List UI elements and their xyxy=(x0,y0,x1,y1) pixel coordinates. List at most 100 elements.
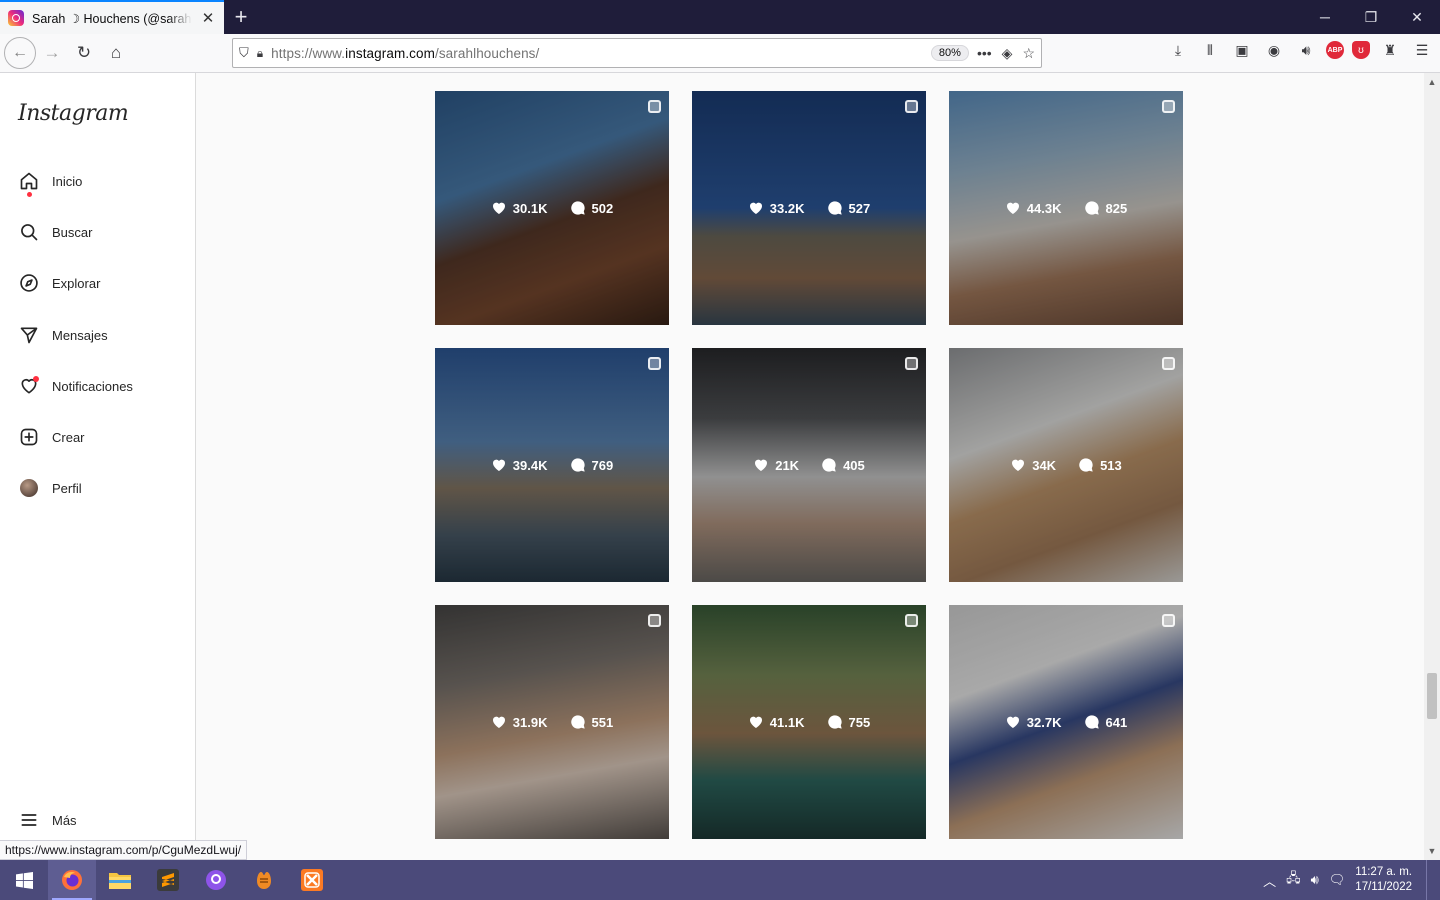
carousel-icon xyxy=(905,100,918,113)
start-button[interactable] xyxy=(0,860,48,900)
taskbar-firefox[interactable] xyxy=(48,860,96,900)
sidebar-item-label: Notificaciones xyxy=(52,378,133,394)
post-thumbnail[interactable]: 32.7K 641 xyxy=(949,605,1183,839)
lock-icon[interactable]: 🔒︎ xyxy=(257,46,263,61)
reload-button[interactable]: ↻ xyxy=(68,37,100,69)
url-text[interactable]: https://www.instagram.com/sarahlhouchens… xyxy=(271,46,923,61)
browser-tab[interactable]: Sarah ☽ Houchens (@sarahlhouchens) ✕ xyxy=(0,0,224,34)
bookmark-star-icon[interactable]: ☆ xyxy=(1022,45,1035,62)
taskbar-xampp[interactable] xyxy=(288,860,336,900)
menu-icon[interactable]: ☰ xyxy=(1410,38,1434,62)
sidebar-item-crear[interactable]: Crear xyxy=(18,425,85,449)
sidebar-item-mas[interactable]: Más xyxy=(18,808,77,832)
post-thumbnail[interactable]: 39.4K 769 xyxy=(435,348,669,582)
taskbar-app-glove[interactable] xyxy=(240,860,288,900)
sidebar-item-perfil[interactable]: Perfil xyxy=(18,476,82,500)
carousel-icon xyxy=(905,357,918,370)
post-thumbnail[interactable]: 21K 405 xyxy=(692,348,926,582)
comments-stat: 527 xyxy=(827,200,870,216)
heart-icon xyxy=(1006,716,1019,728)
firefox-icon xyxy=(62,870,82,890)
navigation-bar: ← → ↻ ⌂ ⛉ 🔒︎ https://www.instagram.com/s… xyxy=(0,34,1440,73)
sidebar-item-label: Más xyxy=(52,812,77,828)
post-stats: 34K 513 xyxy=(949,457,1183,473)
sidebar-toggle-icon[interactable]: ▣ xyxy=(1230,38,1254,62)
carousel-icon xyxy=(1162,100,1175,113)
comments-count: 502 xyxy=(591,200,614,216)
speaker-icon[interactable]: 🔊︎ xyxy=(1294,38,1318,62)
action-center-icon[interactable]: 🗨︎ xyxy=(1329,872,1346,888)
likes-stat: 33.2K xyxy=(748,200,805,216)
taskbar-file-explorer[interactable] xyxy=(96,860,144,900)
comments-stat: 502 xyxy=(570,200,614,216)
page-scrollbar[interactable]: ▲ ▼ xyxy=(1424,73,1440,860)
pocket-icon[interactable]: ◈ xyxy=(1002,45,1013,62)
close-window-icon[interactable]: ✕ xyxy=(1394,0,1440,34)
plus-square-icon xyxy=(18,426,40,448)
carousel-icon xyxy=(648,614,661,627)
zoom-level[interactable]: 80% xyxy=(930,45,969,61)
account-icon[interactable]: ◉ xyxy=(1262,38,1286,62)
sidebar-item-mensajes[interactable]: Mensajes xyxy=(18,323,108,347)
minimize-icon[interactable]: ─ xyxy=(1302,0,1348,34)
post-thumbnail[interactable]: 31.9K 551 xyxy=(435,605,669,839)
comments-count: 825 xyxy=(1105,200,1128,216)
windows-logo-icon xyxy=(15,871,33,889)
tray-chevron-icon[interactable]: ︿ xyxy=(1263,871,1276,890)
sidebar-item-buscar[interactable]: Buscar xyxy=(18,220,92,244)
library-icon[interactable]: ⫴ xyxy=(1198,38,1222,62)
forward-button[interactable]: → xyxy=(36,37,68,69)
adblock-icon[interactable]: ABP xyxy=(1326,41,1344,59)
likes-stat: 44.3K xyxy=(1005,200,1062,216)
likes-stat: 31.9K xyxy=(491,714,548,730)
network-icon[interactable]: 🖧︎ xyxy=(1286,869,1301,891)
back-button[interactable]: ← xyxy=(4,37,36,69)
shield-icon[interactable]: ⛉ xyxy=(239,45,249,61)
scrollbar-thumb[interactable] xyxy=(1427,673,1437,719)
comment-icon xyxy=(1079,458,1093,472)
download-icon[interactable]: ⤓ xyxy=(1166,38,1190,62)
ublock-icon[interactable]: ʊ xyxy=(1352,41,1370,59)
post-thumbnail[interactable]: 30.1K 502 xyxy=(435,91,669,325)
show-desktop-button[interactable] xyxy=(1426,860,1430,900)
clock-date: 17/11/2022 xyxy=(1355,881,1412,893)
comment-icon xyxy=(570,458,585,472)
comments-count: 513 xyxy=(1100,457,1122,473)
taskbar-sublime[interactable] xyxy=(144,860,192,900)
new-tab-button[interactable]: + xyxy=(224,0,258,34)
clock[interactable]: 11:27 a. m. 17/11/2022 xyxy=(1355,865,1412,895)
restore-icon[interactable]: ❐ xyxy=(1348,0,1394,34)
sidebar-item-inicio[interactable]: Inicio xyxy=(18,169,82,197)
heart-icon xyxy=(492,202,505,214)
extension-icon[interactable]: ♜ xyxy=(1378,38,1402,62)
post-thumbnail[interactable]: 34K 513 xyxy=(949,348,1183,582)
post-thumbnail[interactable]: 44.3K 825 xyxy=(949,91,1183,325)
close-tab-icon[interactable]: ✕ xyxy=(200,9,216,27)
send-icon xyxy=(18,324,40,346)
comment-icon xyxy=(827,201,842,215)
sidebar-item-notificaciones[interactable]: Notificaciones xyxy=(18,374,133,398)
post-thumbnail[interactable]: 41.1K 755 xyxy=(692,605,926,839)
instagram-logo[interactable]: Instagram xyxy=(18,101,129,126)
home-button[interactable]: ⌂ xyxy=(100,37,132,69)
tab-bar: Sarah ☽ Houchens (@sarahlhouchens) ✕ + ─… xyxy=(0,0,1440,34)
comment-icon xyxy=(822,458,836,472)
scroll-down-arrow-icon[interactable]: ▼ xyxy=(1424,846,1440,856)
post-stats: 44.3K 825 xyxy=(949,200,1183,216)
comments-count: 755 xyxy=(848,714,871,730)
sidebar-item-label: Buscar xyxy=(52,224,93,240)
xampp-icon xyxy=(301,869,323,891)
post-thumbnail[interactable]: 33.2K 527 xyxy=(692,91,926,325)
comments-count: 405 xyxy=(843,457,865,473)
more-actions-icon[interactable]: ••• xyxy=(977,45,992,62)
post-stats: 39.4K 769 xyxy=(435,457,669,473)
windows-taskbar: ︿ 🖧︎ 🔊︎ 🗨︎ 11:27 a. m. 17/11/2022 xyxy=(0,860,1440,900)
notification-dot xyxy=(27,192,32,197)
scroll-up-arrow-icon[interactable]: ▲ xyxy=(1424,77,1440,87)
url-bar[interactable]: ⛉ 🔒︎ https://www.instagram.com/sarahlhou… xyxy=(232,38,1042,68)
carousel-icon xyxy=(648,357,661,370)
volume-icon[interactable]: 🔊︎ xyxy=(1311,872,1319,888)
sidebar-item-explorar[interactable]: Explorar xyxy=(18,271,100,295)
likes-count: 34K xyxy=(1032,457,1057,473)
taskbar-github[interactable] xyxy=(192,860,240,900)
